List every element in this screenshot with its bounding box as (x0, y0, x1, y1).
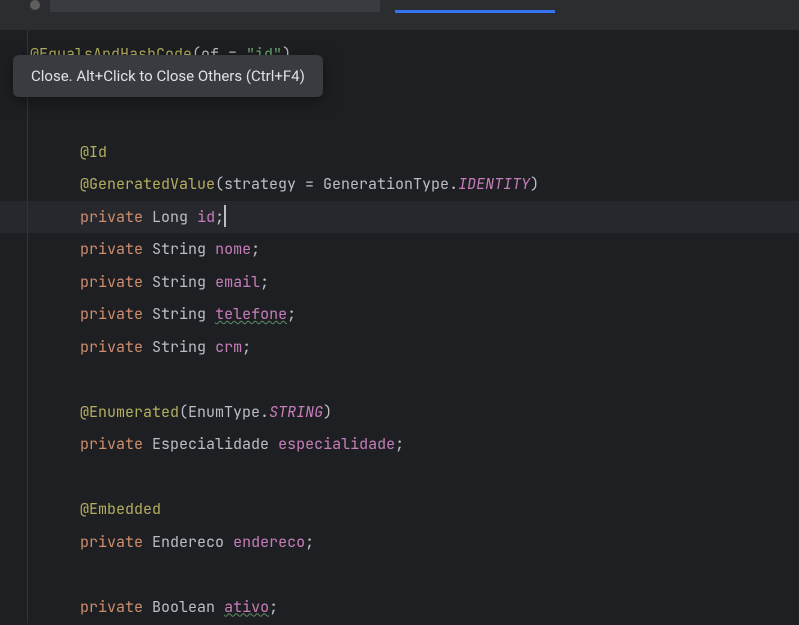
code-line-empty[interactable] (30, 103, 799, 136)
tab-active-indicator (395, 10, 555, 13)
code-line-empty[interactable] (30, 461, 799, 494)
code-line-current[interactable]: private Long id; (0, 201, 799, 234)
code-line[interactable]: private Endereco endereco; (30, 526, 799, 559)
close-tab-tooltip: Close. Alt+Click to Close Others (Ctrl+F… (13, 55, 323, 97)
code-line-empty[interactable] (30, 558, 799, 591)
tab-inactive[interactable] (50, 0, 380, 12)
tab-close-icon[interactable] (30, 0, 40, 10)
editor-gutter (0, 30, 28, 623)
text-cursor (224, 205, 226, 227)
code-line[interactable]: private String nome; (30, 233, 799, 266)
code-line[interactable]: @Embedded (30, 493, 799, 526)
annotation: @Embedded (80, 493, 161, 526)
tooltip-text: Close. Alt+Click to Close Others (Ctrl+F… (31, 67, 305, 85)
annotation: @Enumerated (80, 396, 179, 429)
editor-tab-bar[interactable] (0, 0, 799, 30)
annotation: @Id (80, 136, 107, 169)
annotation: @GeneratedValue (80, 168, 215, 201)
code-line[interactable]: @GeneratedValue(strategy = GenerationTyp… (30, 168, 799, 201)
code-line[interactable]: private String crm; (30, 331, 799, 364)
code-line[interactable]: private Boolean ativo; (30, 591, 799, 624)
code-content[interactable]: @EqualsAndHashCode(of = "id") @Id @Gener… (30, 38, 799, 623)
code-line[interactable]: private Especialidade especialidade; (30, 428, 799, 461)
code-line-empty[interactable] (30, 363, 799, 396)
code-line[interactable]: @Enumerated(EnumType.STRING) (30, 396, 799, 429)
code-line[interactable]: @Id (30, 136, 799, 169)
code-line[interactable]: private String email; (30, 266, 799, 299)
code-editor[interactable]: @EqualsAndHashCode(of = "id") @Id @Gener… (0, 30, 799, 623)
code-line[interactable]: private String telefone; (30, 298, 799, 331)
